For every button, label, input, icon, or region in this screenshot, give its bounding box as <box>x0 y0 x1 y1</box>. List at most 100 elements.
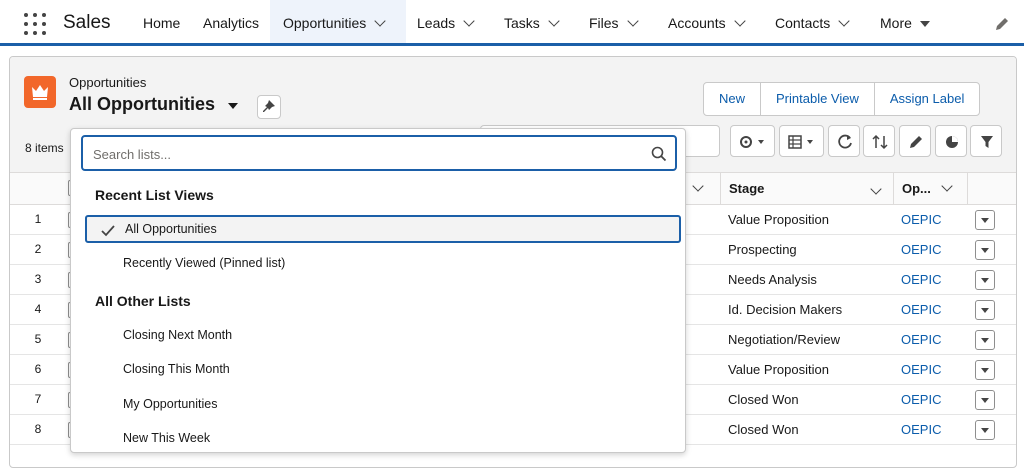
search-lists-input[interactable] <box>93 144 633 164</box>
chevron-down-icon[interactable] <box>548 15 560 27</box>
row-number: 3 <box>34 272 42 286</box>
list-view-picker: Recent List Views All Opportunities Rece… <box>70 128 686 453</box>
pin-icon <box>263 100 275 112</box>
nav-item-label: Opportunities <box>283 15 367 31</box>
filter-button[interactable] <box>970 125 1002 157</box>
nav-item-contacts[interactable]: Contacts <box>775 0 850 46</box>
list-settings-button[interactable] <box>730 125 775 157</box>
list-option-closing-next-month[interactable]: Closing Next Month <box>85 321 681 349</box>
nav-item-label: Leads <box>417 15 456 31</box>
column-header-prev[interactable] <box>685 173 720 205</box>
global-navigation: Sales Home Analytics Opportunities Leads… <box>0 0 1024 46</box>
row-action-button[interactable] <box>975 390 995 410</box>
nav-item-analytics[interactable]: Analytics <box>203 0 259 46</box>
nav-item-label: Accounts <box>668 15 726 31</box>
search-lists-field[interactable] <box>81 135 677 171</box>
nav-item-opportunities[interactable]: Opportunities <box>270 0 406 46</box>
stage-cell: Needs Analysis <box>728 272 817 287</box>
column-header-stage[interactable]: Stage <box>720 173 893 205</box>
nav-item-home[interactable]: Home <box>143 0 180 46</box>
opportunity-link[interactable]: OEPIC <box>901 272 941 287</box>
all-other-lists-heading: All Other Lists <box>95 293 191 309</box>
new-button[interactable]: New <box>704 83 762 115</box>
stage-cell: Value Proposition <box>728 212 829 227</box>
refresh-button[interactable] <box>828 125 860 157</box>
row-action-button[interactable] <box>975 360 995 380</box>
chevron-down-icon[interactable] <box>733 15 746 27</box>
opportunity-link[interactable]: OEPIC <box>901 332 941 347</box>
opportunity-link[interactable]: OEPIC <box>901 302 941 317</box>
nav-item-files[interactable]: Files <box>589 0 639 46</box>
caret-down-icon <box>981 428 989 433</box>
pin-list-button[interactable] <box>257 95 281 119</box>
opportunity-crown-icon <box>24 76 56 108</box>
opportunity-link[interactable]: OEPIC <box>901 362 941 377</box>
pie-chart-icon <box>946 136 958 148</box>
chevron-down-icon[interactable] <box>692 180 704 192</box>
row-number: 1 <box>34 212 42 226</box>
chevron-down-icon[interactable] <box>838 15 850 27</box>
inline-edit-button[interactable] <box>899 125 931 157</box>
list-option-label: New This Week <box>123 431 211 445</box>
caret-down-icon[interactable] <box>228 103 238 109</box>
chevron-down-icon[interactable] <box>941 180 953 192</box>
chevron-down-icon[interactable] <box>374 15 386 27</box>
list-option-all-opportunities[interactable]: All Opportunities <box>85 215 681 243</box>
row-action-button[interactable] <box>975 330 995 350</box>
list-view-title[interactable]: All Opportunities <box>69 94 215 115</box>
row-action-button[interactable] <box>975 210 995 230</box>
object-label: Opportunities <box>69 75 147 90</box>
caret-down-icon <box>981 368 989 373</box>
stage-cell: Id. Decision Makers <box>728 302 843 317</box>
column-header-opportunity[interactable]: Op... <box>893 173 967 205</box>
app-name: Sales <box>63 12 111 33</box>
caret-down-icon <box>981 218 989 223</box>
chevron-down-icon[interactable] <box>870 183 882 195</box>
row-number: 7 <box>34 392 42 406</box>
printable-view-button[interactable]: Printable View <box>761 83 875 115</box>
list-option-recently-viewed[interactable]: Recently Viewed (Pinned list) <box>85 249 681 277</box>
display-as-button[interactable] <box>779 125 824 157</box>
nav-item-leads[interactable]: Leads <box>417 0 475 46</box>
edit-nav-icon[interactable] <box>994 16 1010 32</box>
opportunity-link[interactable]: OEPIC <box>901 212 941 227</box>
list-option-label: Recently Viewed (Pinned list) <box>123 256 286 270</box>
sort-icon <box>872 134 888 150</box>
row-action-button[interactable] <box>975 420 995 440</box>
nav-item-label: Contacts <box>775 15 831 31</box>
nav-item-accounts[interactable]: Accounts <box>668 0 746 46</box>
list-option-my-opportunities[interactable]: My Opportunities <box>85 390 681 418</box>
nav-item-more[interactable]: More <box>880 0 930 46</box>
nav-item-label: Tasks <box>504 15 540 31</box>
caret-down-icon <box>919 21 930 27</box>
list-option-label: My Opportunities <box>123 397 218 411</box>
assign-label-button[interactable]: Assign Label <box>875 83 979 115</box>
row-action-button[interactable] <box>975 270 995 290</box>
list-option-new-this-week[interactable]: New This Week <box>85 424 681 452</box>
pencil-icon <box>910 136 922 148</box>
caret-down-icon <box>981 248 989 253</box>
nav-item-label: Analytics <box>203 15 260 31</box>
list-option-closing-this-month[interactable]: Closing This Month <box>85 355 681 383</box>
opportunity-link[interactable]: OEPIC <box>901 392 941 407</box>
app-launcher-icon[interactable] <box>24 13 46 35</box>
charts-button[interactable] <box>935 125 967 157</box>
row-action-button[interactable] <box>975 300 995 320</box>
opportunity-link[interactable]: OEPIC <box>901 422 941 437</box>
chevron-down-icon[interactable] <box>626 15 639 27</box>
header-actions: New Printable View Assign Label <box>703 82 981 116</box>
stage-cell: Closed Won <box>728 392 799 407</box>
chevron-down-icon[interactable] <box>463 15 475 27</box>
nav-item-label: Files <box>589 15 619 31</box>
nav-item-label: Home <box>143 15 181 31</box>
row-number: 2 <box>34 242 42 256</box>
row-number: 8 <box>34 422 42 436</box>
search-icon <box>651 146 667 162</box>
opportunity-link[interactable]: OEPIC <box>901 242 941 257</box>
nav-item-tasks[interactable]: Tasks <box>504 0 560 46</box>
recent-list-views-heading: Recent List Views <box>95 187 214 203</box>
row-action-button[interactable] <box>975 240 995 260</box>
caret-down-icon <box>981 278 989 283</box>
filter-icon <box>981 136 993 148</box>
sort-button[interactable] <box>863 125 895 157</box>
